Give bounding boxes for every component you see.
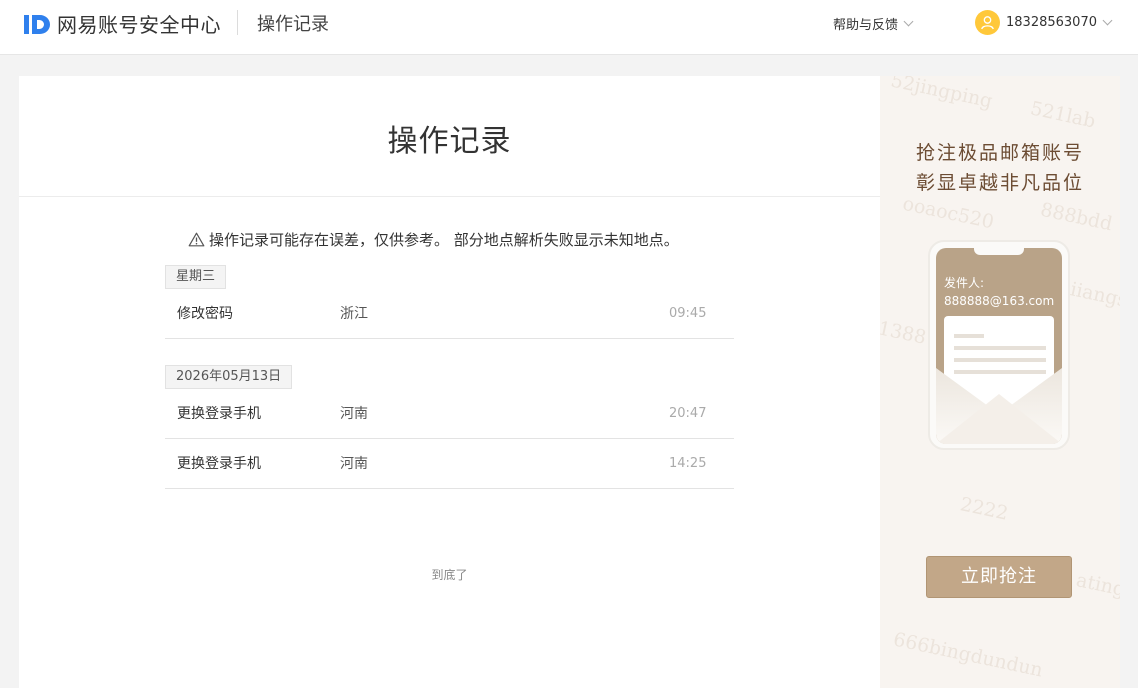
letter-line	[954, 358, 1046, 362]
avatar	[975, 10, 1000, 35]
ad-banner[interactable]: 52jingping 521lab ooaoc520 888bdd 1388 i…	[880, 76, 1120, 688]
record-location: 浙江	[340, 306, 368, 322]
record-location: 河南	[340, 456, 368, 472]
record-time: 20:47	[669, 406, 707, 421]
help-feedback-label: 帮助与反馈	[833, 18, 899, 33]
sender-info: 发件人: 888888@163.com	[944, 274, 1054, 310]
help-feedback-menu[interactable]: 帮助与反馈	[833, 14, 914, 33]
record-location: 河南	[340, 406, 368, 422]
date-tag: 2026年05月13日	[165, 365, 293, 389]
chevron-down-icon	[1102, 15, 1113, 26]
notice: 操作记录可能存在误差，仅供参考。 部分地点解析失败显示未知地点。	[188, 229, 679, 250]
end-of-list-text: 到底了	[431, 568, 468, 582]
letter-line	[954, 346, 1046, 350]
header-divider	[237, 10, 238, 35]
phone-notch	[974, 248, 1024, 255]
record-row: 修改密码 浙江 09:45	[165, 289, 734, 339]
warning-icon	[188, 232, 205, 247]
record-action: 更换登录手机	[177, 456, 261, 472]
logo[interactable]: 网易账号安全中心	[23, 9, 221, 38]
record-group: 星期三 修改密码 浙江 09:45	[165, 265, 734, 339]
record-row: 更换登录手机 河南 20:47	[165, 389, 734, 439]
ad-headline: 抢注极品邮箱账号	[915, 142, 1084, 164]
watermark-text: 666bingdundun	[891, 628, 1045, 682]
letter-line	[954, 334, 984, 338]
record-time: 14:25	[669, 456, 707, 471]
record-action: 修改密码	[177, 306, 233, 322]
register-now-button[interactable]: 立即抢注	[926, 556, 1072, 598]
record-row: 更换登录手机 河南 14:25	[165, 439, 734, 489]
watermark-text: 2222	[958, 493, 1011, 525]
title-divider	[19, 196, 880, 197]
top-header: 网易账号安全中心 操作记录 帮助与反馈 18328563070	[0, 0, 1138, 55]
sender-label: 发件人:	[944, 276, 985, 290]
user-icon	[981, 16, 994, 30]
record-group: 2026年05月13日 更换登录手机 河南 20:47 更换登录手机 河南 14…	[165, 365, 734, 489]
watermark-text: 1388	[880, 317, 929, 349]
watermark-text: 52jingping	[888, 76, 995, 113]
header-page-title: 操作记录	[257, 14, 329, 35]
watermark-text: 888bdd	[1038, 198, 1115, 236]
envelope-icon	[936, 368, 1062, 444]
username: 18328563070	[1006, 15, 1097, 30]
record-action: 更换登录手机	[177, 406, 261, 422]
chevron-down-icon	[903, 16, 914, 27]
watermark-text: 521lab	[1028, 97, 1098, 133]
records-card: 操作记录 操作记录可能存在误差，仅供参考。 部分地点解析失败显示未知地点。 星期…	[19, 76, 880, 688]
phone-illustration: 发件人: 888888@163.com	[928, 240, 1070, 450]
date-tag: 星期三	[165, 265, 227, 289]
phone-screen: 发件人: 888888@163.com	[936, 248, 1062, 444]
watermark-text: ooaoc520	[900, 192, 996, 234]
sender-email: 888888@163.com	[944, 294, 1055, 308]
notice-text: 操作记录可能存在误差，仅供参考。 部分地点解析失败显示未知地点。	[209, 231, 679, 249]
id-logo-icon	[23, 11, 53, 37]
watermark-text: iiangs	[1068, 278, 1120, 312]
user-menu[interactable]: 18328563070	[975, 10, 1113, 35]
brand-name: 网易账号安全中心	[57, 13, 221, 37]
watermark-text: ating	[1074, 569, 1120, 601]
record-time: 09:45	[669, 306, 707, 321]
page-title: 操作记录	[387, 124, 512, 159]
ad-subheadline: 彰显卓越非凡品位	[915, 172, 1084, 194]
